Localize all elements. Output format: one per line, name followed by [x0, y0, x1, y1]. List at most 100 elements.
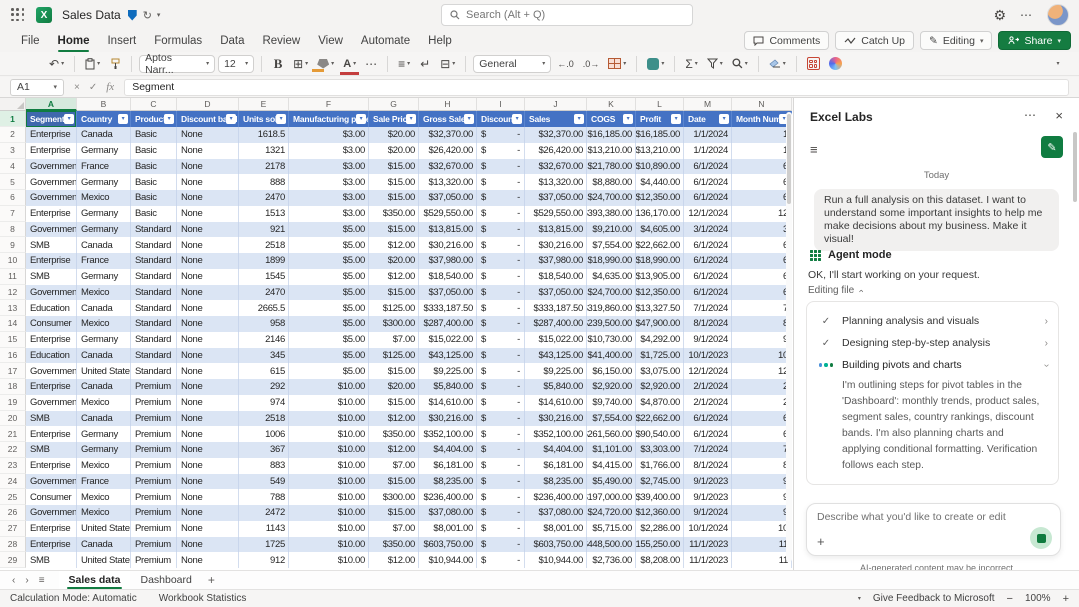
- cell[interactable]: Premium: [131, 521, 177, 537]
- cell[interactable]: Mexico: [77, 395, 131, 411]
- row-number[interactable]: 22: [0, 442, 26, 458]
- cell[interactable]: 9: [732, 474, 792, 490]
- cell[interactable]: $14,610.00: [525, 395, 587, 411]
- cell[interactable]: $15.00: [369, 285, 419, 301]
- cell[interactable]: Standard: [131, 237, 177, 253]
- cell[interactable]: Premium: [131, 552, 177, 568]
- cell[interactable]: SMB: [26, 442, 77, 458]
- cell[interactable]: Enterprise: [26, 332, 77, 348]
- cell[interactable]: $12.00: [369, 269, 419, 285]
- name-box[interactable]: A1▾: [10, 79, 64, 96]
- cell[interactable]: $5,840.00: [525, 379, 587, 395]
- cell[interactable]: $18,990.00: [636, 253, 684, 269]
- cell[interactable]: $-: [477, 222, 525, 238]
- cell[interactable]: $-: [477, 206, 525, 222]
- cell[interactable]: 6: [732, 237, 792, 253]
- cell[interactable]: $-: [477, 458, 525, 474]
- cell[interactable]: Premium: [131, 411, 177, 427]
- cell[interactable]: $125.00: [369, 348, 419, 364]
- cell[interactable]: $3.00: [289, 206, 369, 222]
- cell[interactable]: $15.00: [369, 363, 419, 379]
- sheet-list-icon[interactable]: ≡: [39, 575, 45, 586]
- cell[interactable]: $125.00: [369, 300, 419, 316]
- cell[interactable]: France: [77, 253, 131, 269]
- cell[interactable]: $43,125.00: [525, 348, 587, 364]
- cell[interactable]: $448,500.00: [587, 537, 636, 553]
- cell[interactable]: $4,440.00: [636, 174, 684, 190]
- cell[interactable]: 1618.5: [239, 127, 289, 143]
- cell[interactable]: $24,700.00: [587, 190, 636, 206]
- cell[interactable]: $30,216.00: [525, 237, 587, 253]
- header-cell[interactable]: Profit▾: [636, 111, 684, 127]
- cell[interactable]: $7,554.00: [587, 237, 636, 253]
- cell[interactable]: Government: [26, 285, 77, 301]
- cell[interactable]: $8,001.00: [525, 521, 587, 537]
- cell[interactable]: 367: [239, 442, 289, 458]
- cell[interactable]: Standard: [131, 348, 177, 364]
- cell[interactable]: $37,050.00: [525, 285, 587, 301]
- cell[interactable]: 2/1/2024: [684, 379, 732, 395]
- cell[interactable]: Premium: [131, 458, 177, 474]
- chevron-icon[interactable]: ›: [1045, 316, 1048, 327]
- cell[interactable]: Premium: [131, 489, 177, 505]
- cell[interactable]: 6: [732, 174, 792, 190]
- cell[interactable]: 10/1/2023: [684, 348, 732, 364]
- row-number[interactable]: 24: [0, 474, 26, 490]
- cell[interactable]: 6: [732, 411, 792, 427]
- cell[interactable]: 788: [239, 489, 289, 505]
- cell[interactable]: Enterprise: [26, 127, 77, 143]
- cell[interactable]: 6/1/2024: [684, 190, 732, 206]
- panel-close-icon[interactable]: ×: [1055, 108, 1063, 123]
- cell[interactable]: France: [77, 474, 131, 490]
- cell[interactable]: 12: [732, 206, 792, 222]
- borders-button[interactable]: ⊞▾: [290, 54, 311, 74]
- cell[interactable]: $300.00: [369, 316, 419, 332]
- header-cell[interactable]: Units sold▾: [239, 111, 289, 127]
- cell[interactable]: $15.00: [369, 505, 419, 521]
- cell[interactable]: $20.00: [369, 379, 419, 395]
- cell[interactable]: 2472: [239, 505, 289, 521]
- cell[interactable]: 6: [732, 426, 792, 442]
- cell[interactable]: 10: [732, 348, 792, 364]
- cell[interactable]: $5.00: [289, 316, 369, 332]
- cell[interactable]: Germany: [77, 426, 131, 442]
- row-number[interactable]: 20: [0, 411, 26, 427]
- cell[interactable]: None: [177, 442, 239, 458]
- editing-mode-button[interactable]: ✎ Editing ▾: [920, 31, 992, 50]
- cell[interactable]: $1,101.00: [587, 442, 636, 458]
- cell[interactable]: 6/1/2024: [684, 174, 732, 190]
- cell[interactable]: $352,100.00: [419, 426, 477, 442]
- cell[interactable]: $3.00: [289, 127, 369, 143]
- cell[interactable]: $15.00: [369, 474, 419, 490]
- cell[interactable]: Germany: [77, 442, 131, 458]
- column-header-D[interactable]: D: [177, 98, 239, 111]
- cell[interactable]: SMB: [26, 269, 77, 285]
- filter-dropdown-icon[interactable]: ▾: [64, 114, 74, 124]
- cell[interactable]: Enterprise: [26, 458, 77, 474]
- sheet-tab-sales-data[interactable]: Sales data: [59, 571, 131, 589]
- cell[interactable]: $12.00: [369, 552, 419, 568]
- cell[interactable]: None: [177, 159, 239, 175]
- cell[interactable]: 11/1/2023: [684, 552, 732, 568]
- clear-button[interactable]: ▾: [766, 54, 789, 74]
- cell[interactable]: United States: [77, 521, 131, 537]
- filter-dropdown-icon[interactable]: ▾: [512, 114, 522, 124]
- cell[interactable]: $39,400.00: [636, 489, 684, 505]
- cell[interactable]: $136,170.00: [636, 206, 684, 222]
- cell[interactable]: $197,000.00: [587, 489, 636, 505]
- cell[interactable]: $350.00: [369, 426, 419, 442]
- cell[interactable]: $4,605.00: [636, 222, 684, 238]
- cell[interactable]: $10.00: [289, 489, 369, 505]
- cell[interactable]: $26,420.00: [419, 143, 477, 159]
- cell[interactable]: 615: [239, 363, 289, 379]
- format-as-table-button[interactable]: ▾: [605, 54, 629, 74]
- cell[interactable]: 11: [732, 552, 792, 568]
- row-number[interactable]: 14: [0, 316, 26, 332]
- cell[interactable]: $10.00: [289, 395, 369, 411]
- cell[interactable]: $13,320.00: [419, 174, 477, 190]
- cell[interactable]: None: [177, 285, 239, 301]
- header-cell[interactable]: Month Number▾: [732, 111, 792, 127]
- cell[interactable]: 11/1/2023: [684, 537, 732, 553]
- cell[interactable]: $-: [477, 489, 525, 505]
- filter-dropdown-icon[interactable]: ▾: [464, 114, 474, 124]
